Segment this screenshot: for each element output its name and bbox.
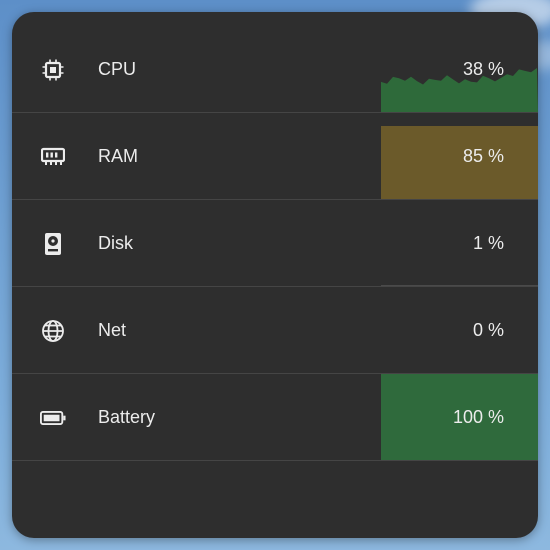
battery-icon: [40, 405, 66, 431]
ram-value: 85 %: [462, 146, 504, 166]
cpu-value: 38 %: [462, 59, 504, 79]
cpu-meter: [381, 26, 538, 112]
cpu-usage-graph: [381, 68, 538, 112]
memory-icon: [40, 144, 66, 170]
ram-meter-fill: [381, 125, 538, 199]
disk-meter-fill: [381, 285, 538, 286]
cpu-row[interactable]: CPU 38 %: [12, 26, 538, 113]
chip-icon: [40, 57, 66, 83]
battery-value: 100 %: [452, 407, 504, 427]
net-label: Net: [98, 320, 127, 340]
ram-label: RAM: [98, 146, 138, 166]
net-row[interactable]: Net 0 %: [12, 287, 538, 374]
net-value: 0 %: [472, 320, 504, 340]
battery-label: Battery: [98, 407, 156, 427]
disk-meter: [381, 200, 538, 286]
disk-value: 1 %: [472, 233, 504, 253]
disk-label: Disk: [98, 233, 133, 253]
net-meter: [381, 287, 538, 373]
globe-icon: [40, 318, 66, 344]
ram-meter: [381, 113, 538, 199]
battery-row[interactable]: Battery 100 %: [12, 374, 538, 461]
hard-drive-icon: [40, 231, 66, 257]
disk-row[interactable]: Disk 1 %: [12, 200, 538, 287]
ram-row[interactable]: RAM 85 %: [12, 113, 538, 200]
cpu-label: CPU: [98, 59, 137, 79]
resource-monitor-panel: CPU 38 % RAM 85 % Disk 1 % Net 0 % Batte…: [12, 12, 538, 538]
